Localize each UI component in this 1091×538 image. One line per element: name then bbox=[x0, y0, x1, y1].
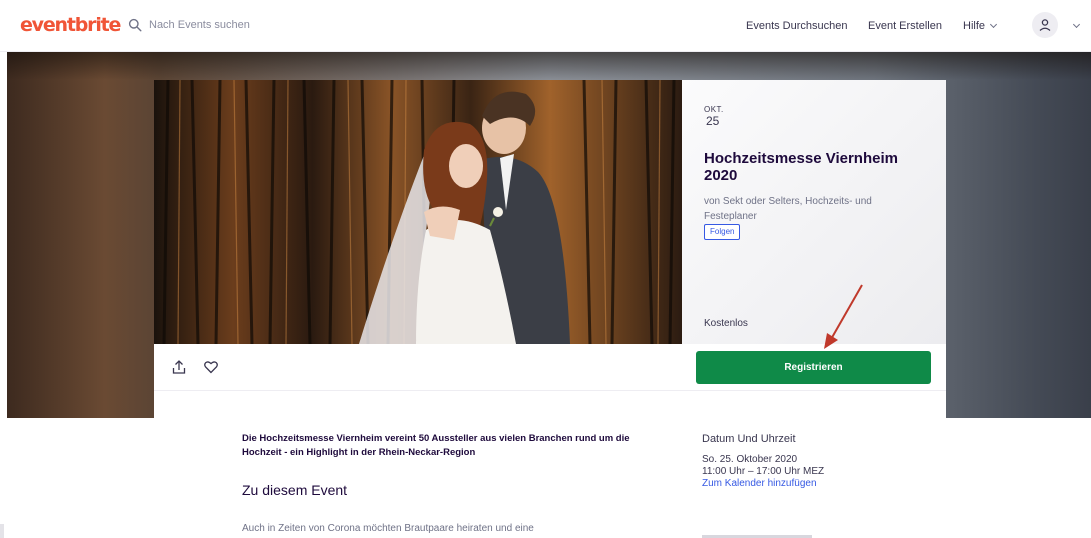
search-input[interactable] bbox=[149, 19, 349, 31]
nav-help-label: Hilfe bbox=[963, 20, 986, 32]
event-organizer[interactable]: von Sekt oder Selters, Hochzeits- und Fe… bbox=[704, 194, 924, 224]
eventbrite-logo[interactable]: eventbrite bbox=[20, 14, 121, 36]
about-text: Auch in Zeiten von Corona möchten Brautp… bbox=[242, 523, 534, 534]
nav-create-event[interactable]: Event Erstellen bbox=[868, 20, 942, 32]
event-hero-image bbox=[154, 80, 682, 344]
chevron-down-icon[interactable] bbox=[1072, 20, 1081, 29]
add-to-calendar-link[interactable]: Zum Kalender hinzufügen bbox=[702, 478, 817, 489]
datetime-time: 11:00 Uhr – 17:00 Uhr MEZ bbox=[702, 466, 825, 477]
heart-icon[interactable] bbox=[203, 359, 219, 375]
datetime-date: So. 25. Oktober 2020 bbox=[702, 454, 798, 465]
event-title: Hochzeitsmesse Viernheim 2020 bbox=[704, 150, 898, 184]
chevron-down-icon bbox=[989, 20, 998, 29]
event-action-bar: Registrieren bbox=[154, 344, 946, 391]
event-card: OKT. 25 Hochzeitsmesse Viernheim 2020 vo… bbox=[154, 80, 946, 538]
search-bar[interactable] bbox=[128, 18, 349, 32]
register-button[interactable]: Registrieren bbox=[696, 351, 931, 384]
nav-help-dropdown[interactable]: Hilfe bbox=[963, 20, 998, 32]
search-icon bbox=[128, 18, 142, 32]
hero-background-shade bbox=[7, 52, 1091, 80]
share-icon[interactable] bbox=[171, 359, 187, 375]
follow-button[interactable]: Folgen bbox=[704, 224, 741, 240]
event-day: 25 bbox=[706, 114, 720, 128]
event-info-panel: OKT. 25 Hochzeitsmesse Viernheim 2020 vo… bbox=[682, 80, 946, 344]
event-summary: Die Hochzeitsmesse Viernheim vereint 50 … bbox=[242, 433, 630, 458]
page-edge-mark bbox=[0, 524, 4, 538]
about-heading: Zu diesem Event bbox=[242, 482, 348, 498]
user-icon bbox=[1039, 19, 1051, 32]
event-price: Kostenlos bbox=[704, 318, 748, 329]
event-month: OKT. bbox=[704, 105, 724, 114]
user-menu-button[interactable] bbox=[1032, 12, 1058, 38]
top-navigation: eventbrite Events Durchsuchen Event Erst… bbox=[0, 0, 1091, 52]
nav-browse-events[interactable]: Events Durchsuchen bbox=[746, 20, 848, 32]
datetime-heading: Datum Und Uhrzeit bbox=[702, 433, 796, 445]
